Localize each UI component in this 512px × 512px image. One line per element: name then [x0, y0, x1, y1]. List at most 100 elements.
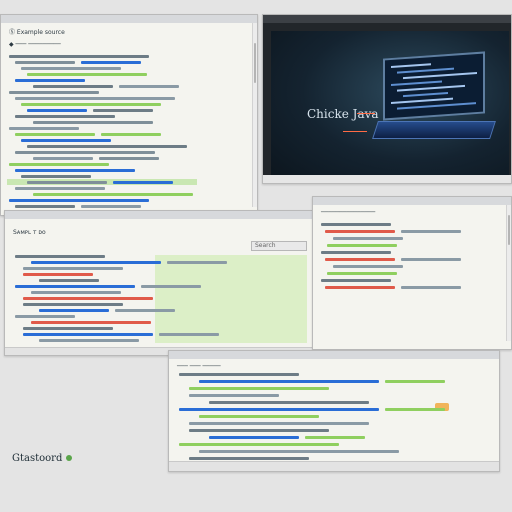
- code-line: [27, 181, 107, 184]
- code-line: [327, 272, 397, 275]
- code-line: [159, 333, 219, 336]
- code-line: [189, 429, 329, 432]
- code-line: [31, 261, 161, 264]
- screen-code-line: [391, 80, 442, 87]
- code-line: [15, 133, 95, 136]
- code-line: [179, 408, 379, 411]
- code-line: [321, 279, 391, 282]
- code-line: [385, 380, 445, 383]
- code-line: [327, 244, 397, 247]
- code-line: [401, 258, 461, 261]
- code-line: [179, 443, 339, 446]
- code-line: [23, 327, 113, 330]
- search-input[interactable]: Search: [251, 241, 307, 251]
- code-line: [113, 181, 173, 184]
- code-line: [189, 422, 369, 425]
- screen-code-line: [397, 67, 454, 74]
- code-line: [199, 380, 379, 383]
- scrollbar[interactable]: [506, 205, 511, 341]
- code-line: [321, 223, 391, 226]
- code-line: [209, 401, 369, 404]
- green-dot-icon: [66, 455, 73, 461]
- code-line: [15, 151, 155, 154]
- editor-header: ───────────────: [321, 209, 376, 216]
- code-line: [31, 291, 121, 294]
- code-line: [9, 163, 109, 166]
- code-line: [31, 321, 151, 324]
- code-line: [15, 205, 75, 208]
- laptop-icon: [372, 51, 496, 143]
- code-line: [33, 85, 113, 88]
- titlebar[interactable]: [263, 15, 511, 23]
- code-line: [115, 309, 175, 312]
- screen-code-line: [397, 84, 465, 92]
- titlebar[interactable]: [313, 197, 511, 205]
- code-line: [401, 230, 461, 233]
- slide-title: Chicke Java: [307, 107, 379, 121]
- code-line: [15, 169, 135, 172]
- screen-code-line: [403, 71, 477, 80]
- editor-window-top-left: Ⓢ Example source ◆ ─── ─────────: [0, 14, 258, 216]
- code-line: [325, 286, 395, 289]
- code-line: [189, 457, 309, 460]
- code-line: [15, 97, 175, 100]
- editor-header: ─── ─── ─────: [177, 363, 221, 370]
- code-line: [9, 127, 79, 130]
- screen-code-line: [391, 63, 431, 69]
- code-line: [21, 175, 91, 178]
- code-line: [23, 273, 93, 276]
- code-line: [15, 79, 85, 82]
- code-line: [15, 255, 105, 258]
- code-line: [9, 91, 99, 94]
- code-line: [141, 285, 201, 288]
- editor-title-line: ◆ ─── ─────────: [9, 41, 61, 48]
- titlebar[interactable]: [5, 211, 313, 219]
- code-line: [9, 55, 149, 58]
- code-line: [199, 450, 399, 453]
- code-line: [27, 109, 87, 112]
- arrow-icon: [357, 113, 375, 114]
- code-line: [23, 267, 123, 270]
- code-line: [33, 193, 193, 196]
- editor-window-bottom: ─── ─── ─────: [168, 350, 500, 472]
- code-line: [27, 145, 187, 148]
- app-label: Gtastoord: [12, 452, 63, 464]
- code-line: [15, 61, 75, 64]
- screen-code-line: [403, 92, 448, 98]
- code-line: [325, 230, 395, 233]
- editor-window-middle-right: ───────────────: [312, 196, 512, 350]
- code-line: [21, 103, 161, 106]
- code-line: [81, 61, 141, 64]
- status-bar: [169, 461, 499, 471]
- code-line: [189, 387, 329, 390]
- titlebar[interactable]: [1, 15, 257, 23]
- screen-code-line: [391, 97, 453, 105]
- code-line: [333, 237, 403, 240]
- code-line: [15, 187, 105, 190]
- code-line: [15, 315, 75, 318]
- code-line: [33, 157, 93, 160]
- code-line: [385, 408, 445, 411]
- code-line: [199, 415, 319, 418]
- code-line: [93, 109, 153, 112]
- code-line: [119, 85, 179, 88]
- code-line: [23, 297, 153, 300]
- code-line: [209, 436, 299, 439]
- code-line: [39, 279, 99, 282]
- code-line: [33, 121, 153, 124]
- code-line: [99, 157, 159, 160]
- code-line: [179, 373, 299, 376]
- editor-content-highlight: [155, 255, 307, 343]
- java-preview-window: Chicke Java: [262, 14, 512, 184]
- code-line: [101, 133, 161, 136]
- code-line: [21, 139, 111, 142]
- arrow-icon: [343, 131, 367, 132]
- taskbar-app[interactable]: Gtastoord: [12, 450, 73, 466]
- code-line: [15, 285, 135, 288]
- screen-code-line: [397, 102, 476, 110]
- editor-header: Ⓢ Example source: [9, 29, 65, 36]
- code-line: [401, 286, 461, 289]
- titlebar[interactable]: [169, 351, 499, 359]
- code-line: [305, 436, 365, 439]
- scrollbar[interactable]: [252, 23, 257, 207]
